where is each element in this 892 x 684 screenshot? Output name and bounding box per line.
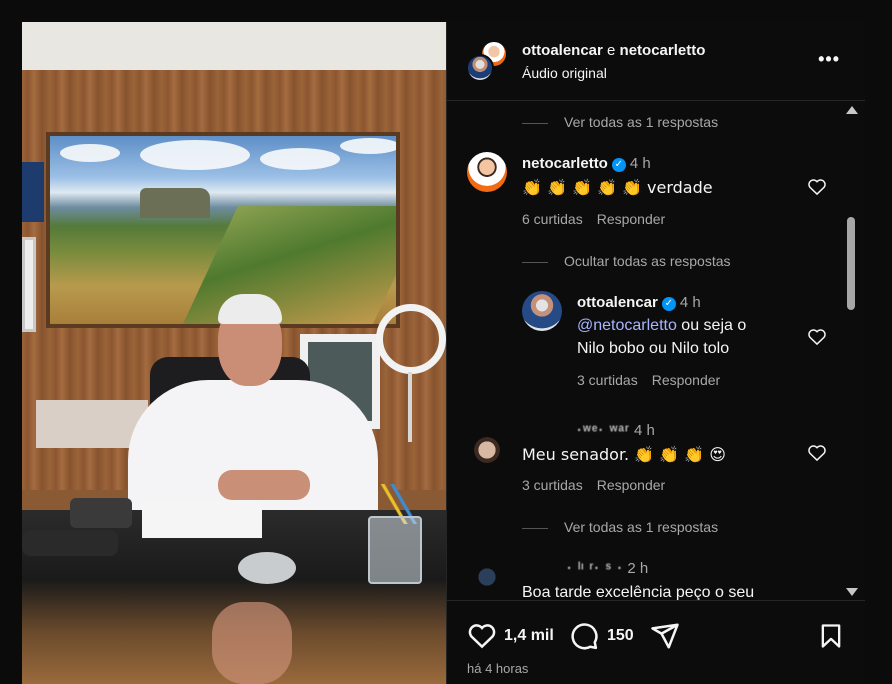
hide-replies-button[interactable]: Ocultar todas as respostas xyxy=(522,253,731,269)
verified-badge-icon: ✓ xyxy=(611,158,626,172)
comment-avatar-hidden[interactable] xyxy=(467,557,507,597)
video-ring-light xyxy=(376,304,446,374)
comment-text: 👏 👏 👏 👏 👏 verdade xyxy=(522,178,713,197)
comments-scrollbar[interactable] xyxy=(845,102,858,600)
comment-avatar-hidden[interactable] xyxy=(467,430,507,470)
reply-text: @netocarletto ou seja o Nilo bobo ou Nil… xyxy=(577,317,747,357)
comment-time[interactable]: 4 h xyxy=(634,422,655,439)
avatar-ottoalencar[interactable] xyxy=(466,54,494,82)
comment-header: · ˡᶦ ʳ· ˢ · 2 h xyxy=(567,560,648,577)
like-comment-heart-icon[interactable] xyxy=(807,177,827,197)
share-send-icon[interactable] xyxy=(650,621,680,651)
scrollbar-thumb[interactable] xyxy=(847,217,855,310)
comment-username[interactable]: netocarletto xyxy=(522,155,608,172)
author-link-ottoalencar[interactable]: ottoalencar xyxy=(522,42,603,59)
view-replies-button[interactable]: Ver todas as 1 respostas xyxy=(522,519,718,535)
save-bookmark-icon[interactable] xyxy=(817,621,845,651)
like-comment-heart-icon[interactable] xyxy=(807,443,827,463)
comment-time[interactable]: 4 h xyxy=(630,155,651,172)
post-actions-bar: 1,4 mil 150 há 4 horas xyxy=(447,600,865,684)
mention-link[interactable]: @netocarletto xyxy=(577,317,677,334)
reply-button[interactable]: Responder xyxy=(597,477,666,493)
comment-text: Boa tarde excelência peço o seu xyxy=(522,584,755,600)
reply-time[interactable]: 4 h xyxy=(680,294,701,311)
comment-bubble-icon[interactable] xyxy=(569,621,599,651)
comment-likes-count[interactable]: 6 curtidas xyxy=(522,211,583,227)
scroll-up-arrow-icon[interactable] xyxy=(846,106,858,114)
view-replies-button[interactable]: Ver todas as 1 respostas xyxy=(522,114,718,130)
verified-badge-icon: ✓ xyxy=(661,297,676,311)
reply-header: ottoalencar ✓ 4 h xyxy=(577,294,701,311)
video-wall xyxy=(22,22,446,70)
author-link-netocarletto[interactable]: netocarletto xyxy=(620,42,706,59)
reply-likes-count[interactable]: 3 curtidas xyxy=(577,372,638,388)
original-audio-link[interactable]: Áudio original xyxy=(522,65,607,81)
reply-button[interactable]: Responder xyxy=(652,372,721,388)
likes-count[interactable]: 1,4 mil xyxy=(504,627,554,645)
reply-username[interactable]: ottoalencar xyxy=(577,294,658,311)
comment-header: netocarletto ✓ 4 h xyxy=(522,155,651,172)
post-time-ago[interactable]: há 4 horas xyxy=(467,661,528,676)
video-side-frame xyxy=(22,237,36,332)
video-landscape-painting xyxy=(46,132,400,328)
comment-username-blurred[interactable]: · ˡᶦ ʳ· ˢ · xyxy=(567,560,623,577)
collab-avatars[interactable] xyxy=(466,40,508,82)
comment-meta: 3 curtidas Responder xyxy=(522,477,679,493)
like-heart-icon[interactable] xyxy=(467,621,497,651)
comment-username-blurred[interactable]: ·ʷᵉ· ʷᵃʳ xyxy=(577,422,630,439)
post-video[interactable] xyxy=(22,22,446,684)
comment-header: ·ʷᵉ· ʷᵃʳ 4 h xyxy=(577,422,655,439)
reply-button[interactable]: Responder xyxy=(597,211,666,227)
comment-meta: 6 curtidas Responder xyxy=(522,211,679,227)
post-authors: ottoalencar e netocarletto xyxy=(522,42,705,59)
video-pen-cup xyxy=(368,516,422,584)
post-header: ottoalencar e netocarletto Áudio origina… xyxy=(447,22,865,101)
comment-likes-count[interactable]: 3 curtidas xyxy=(522,477,583,493)
scroll-down-arrow-icon[interactable] xyxy=(846,588,858,596)
like-reply-heart-icon[interactable] xyxy=(807,327,827,347)
comment-text: Meu senador. 👏 👏 👏 😍 xyxy=(522,445,726,464)
instagram-post-viewer: ottoalencar e netocarletto Áudio origina… xyxy=(0,0,892,684)
more-options-icon[interactable]: ••• xyxy=(818,50,840,68)
authors-joiner: e xyxy=(607,42,616,59)
video-person-hands xyxy=(218,470,310,500)
post-side-panel: ottoalencar e netocarletto Áudio origina… xyxy=(446,22,865,684)
reply-avatar-ottoalencar[interactable] xyxy=(522,291,562,331)
comments-count[interactable]: 150 xyxy=(607,627,634,645)
comments-list[interactable]: Ver todas as 1 respostas netocarletto ✓ 4 … xyxy=(447,102,848,600)
reply-meta: 3 curtidas Responder xyxy=(577,372,734,388)
video-sign xyxy=(22,162,44,222)
comment-avatar-netocarletto[interactable] xyxy=(467,152,507,192)
comment-time[interactable]: 2 h xyxy=(627,560,648,577)
